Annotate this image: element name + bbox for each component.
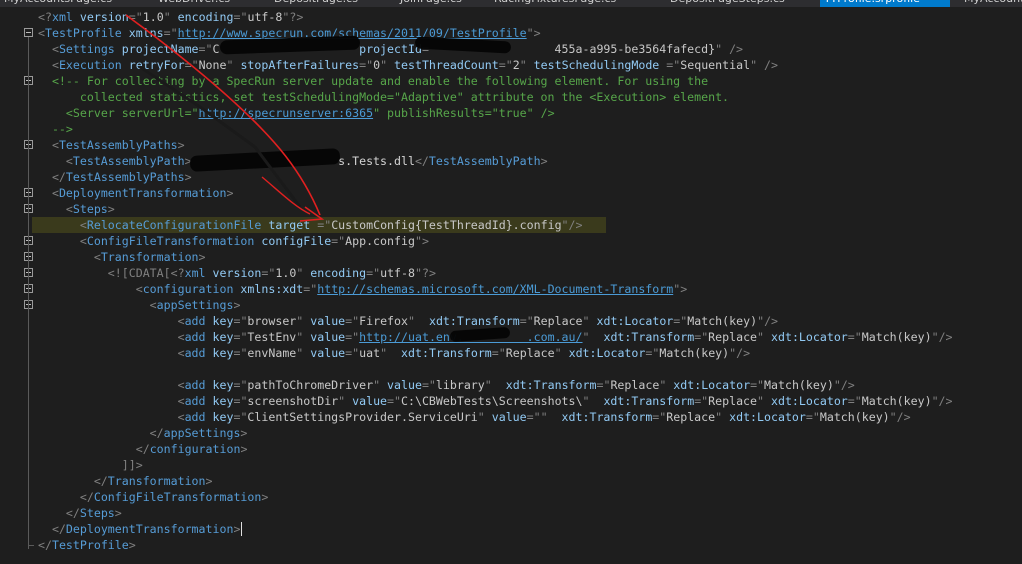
xml-code-editor[interactable]: <?xml version="1.0" encoding="utf-8"?> <T… — [0, 7, 1022, 564]
document-tab-strip: MyAccountsPage.cs WebDriver.cs DepositPage… — [0, 0, 1022, 7]
document-tab[interactable]: WebDriver.cs — [154, 0, 254, 7]
document-tab[interactable]: DepositPageSteps.cs — [666, 0, 796, 7]
document-tab[interactable]: RacingFixturesPage.cs — [490, 0, 640, 7]
document-tab[interactable]: JoinPage.cs — [396, 0, 476, 7]
document-tab[interactable]: MyAccountsPage.cs — [0, 0, 140, 7]
red-annotation-arrow — [125, 14, 325, 222]
document-tab[interactable]: TTProfile.srprofile — [820, 0, 950, 7]
document-tab[interactable]: MyAccount — [960, 0, 1022, 7]
document-tab[interactable]: DepositPage.cs — [270, 0, 380, 7]
pin-icon[interactable]: ⊥ — [946, 0, 954, 3]
